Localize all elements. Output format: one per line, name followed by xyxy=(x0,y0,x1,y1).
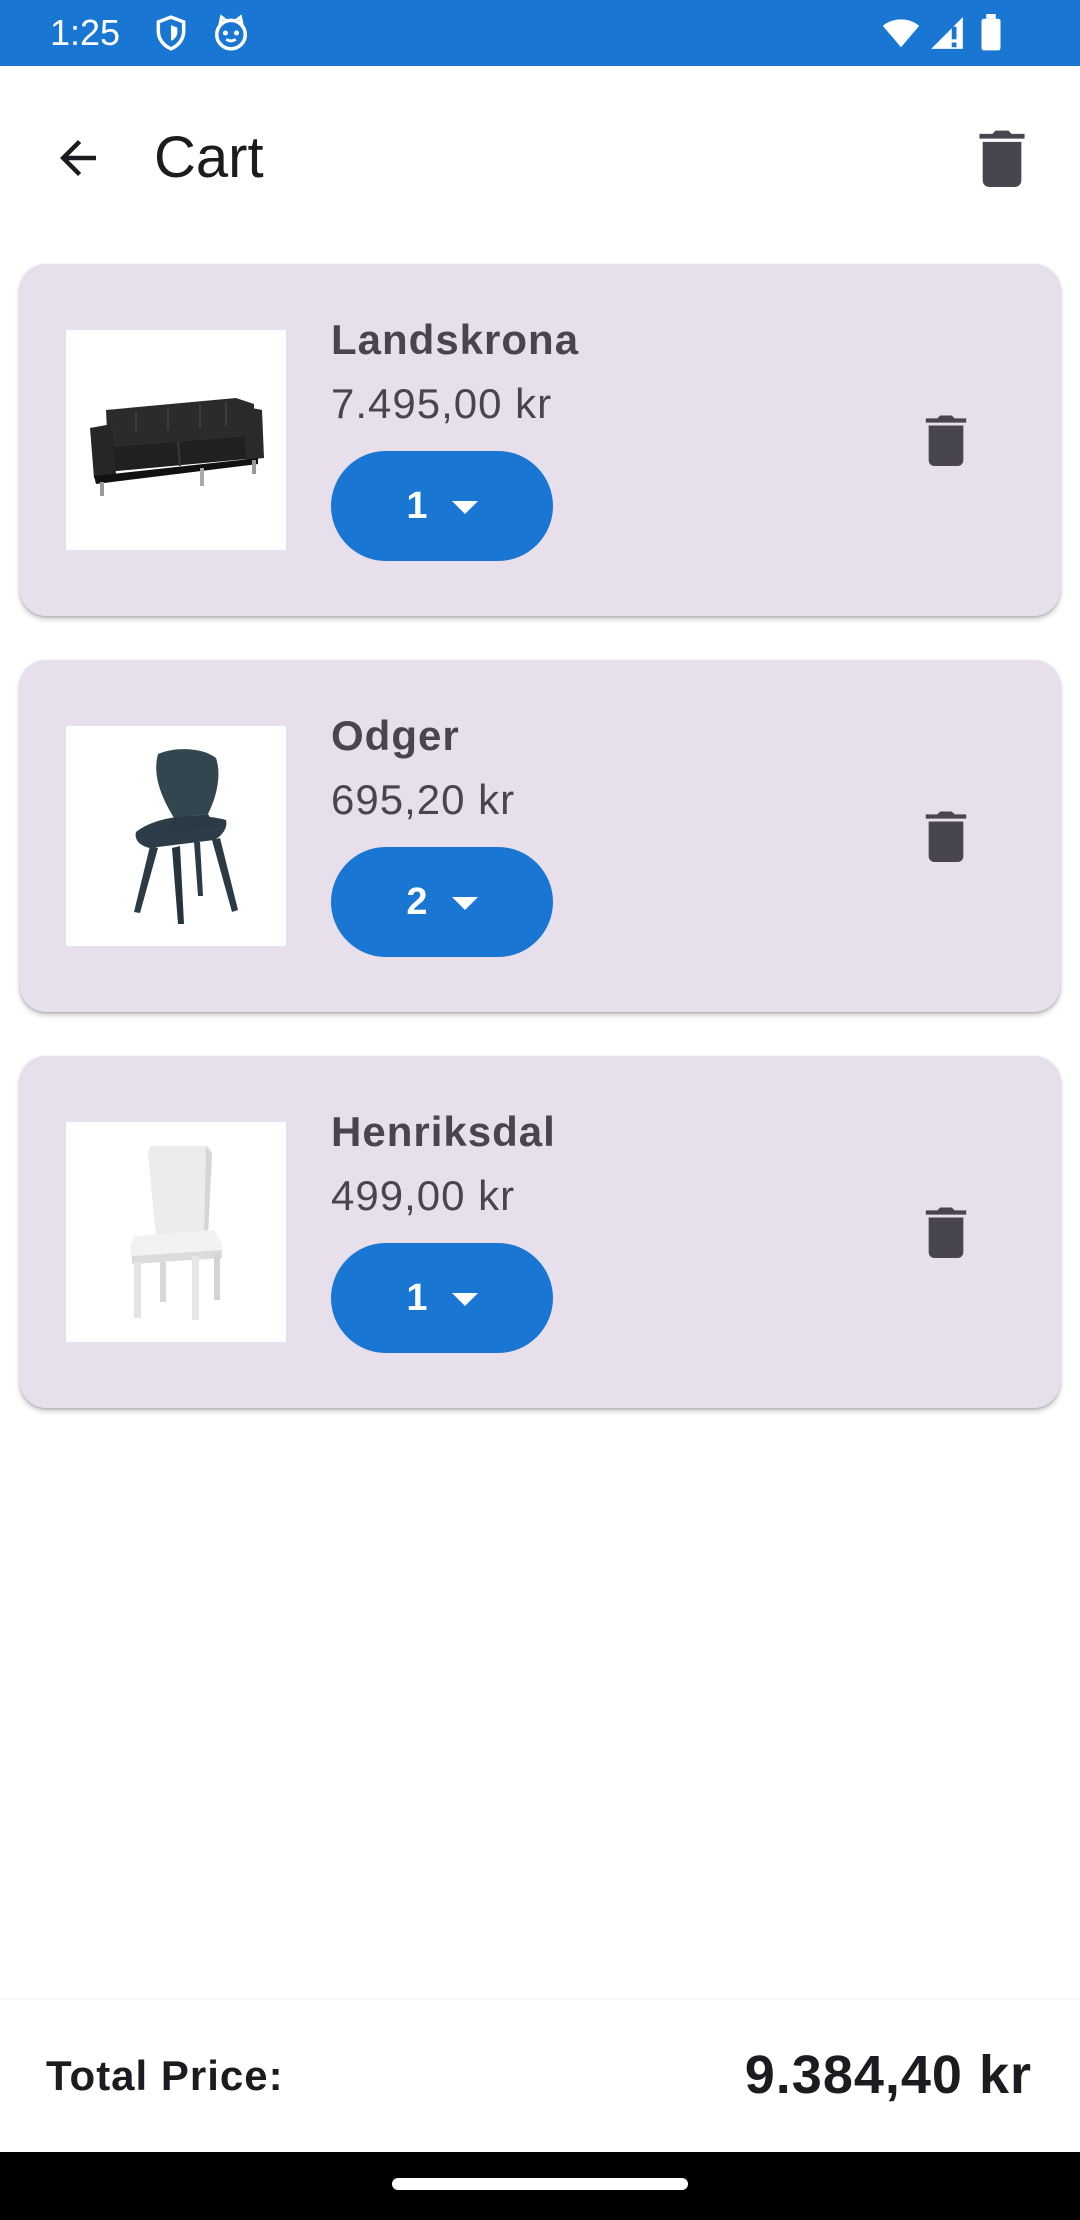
cart-item: Odger 695,20 kr 2 xyxy=(20,660,1060,1012)
quantity-value: 1 xyxy=(406,485,428,527)
cart-screen: 1:25 Cart Landskrona 7.495,00 kr 1 Odger… xyxy=(0,0,1080,2220)
dropdown-arrow-icon xyxy=(451,1292,478,1306)
item-price: 695,20 kr xyxy=(331,776,516,823)
cat-face-icon xyxy=(212,14,250,52)
back-button[interactable] xyxy=(38,118,118,198)
total-price-value: 9.384,40 kr xyxy=(744,2045,1032,2105)
item-name: Landskrona xyxy=(331,316,580,363)
total-price-bar: Total Price: 9.384,40 kr xyxy=(0,2000,1080,2152)
battery-icon xyxy=(976,14,1006,52)
item-price: 499,00 kr xyxy=(331,1172,516,1219)
item-name: Henriksdal xyxy=(331,1108,556,1155)
trash-icon xyxy=(925,415,967,466)
delete-item-button[interactable] xyxy=(906,796,986,876)
trash-icon xyxy=(925,1207,967,1258)
item-name: Odger xyxy=(331,712,460,759)
item-price: 7.495,00 kr xyxy=(331,380,553,427)
quantity-dropdown[interactable]: 2 xyxy=(331,847,553,957)
quantity-dropdown[interactable]: 1 xyxy=(331,451,553,561)
delete-item-button[interactable] xyxy=(906,400,986,480)
status-bar: 1:25 xyxy=(0,0,1080,66)
status-time: 1:25 xyxy=(50,12,121,53)
product-image-chair-white xyxy=(66,1122,286,1342)
system-navigation-bar xyxy=(0,2152,1080,2220)
cart-item: Landskrona 7.495,00 kr 1 xyxy=(20,264,1060,616)
cart-item: Henriksdal 499,00 kr 1 xyxy=(20,1056,1060,1408)
quantity-dropdown[interactable]: 1 xyxy=(331,1243,553,1353)
total-price-label: Total Price: xyxy=(46,2052,284,2099)
product-image-sofa xyxy=(66,330,286,550)
shield-icon xyxy=(152,14,190,52)
dropdown-arrow-icon xyxy=(451,896,478,910)
signal-icon xyxy=(928,14,966,52)
wifi-icon xyxy=(880,14,922,52)
quantity-value: 2 xyxy=(406,881,428,923)
delete-item-button[interactable] xyxy=(906,1192,986,1272)
app-bar: Cart xyxy=(0,66,1080,242)
home-indicator[interactable] xyxy=(392,2178,688,2190)
product-image-chair-blue xyxy=(66,726,286,946)
clear-cart-button[interactable] xyxy=(962,118,1042,198)
trash-icon xyxy=(925,811,967,862)
page-title: Cart xyxy=(154,125,264,190)
dropdown-arrow-icon xyxy=(451,500,478,514)
trash-icon xyxy=(979,130,1025,187)
quantity-value: 1 xyxy=(406,1277,428,1319)
cart-list: Landskrona 7.495,00 kr 1 Odger 695,20 kr… xyxy=(20,264,1060,1452)
arrow-back-icon xyxy=(60,140,96,176)
